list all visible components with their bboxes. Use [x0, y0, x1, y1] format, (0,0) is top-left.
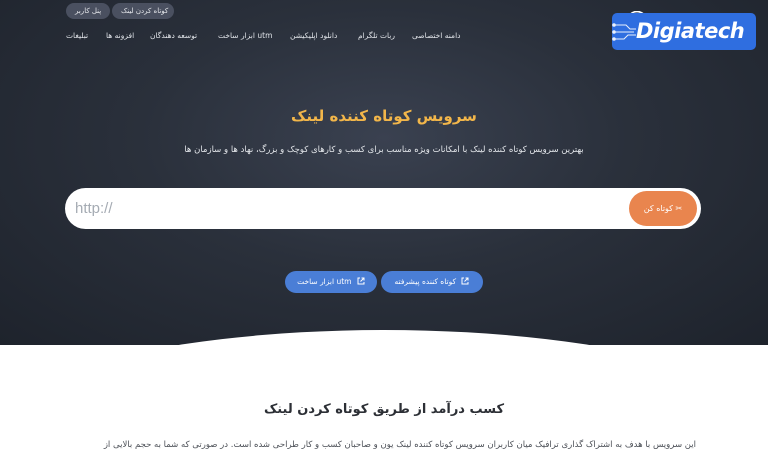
shorten-submit-button[interactable]: کوتاه کن ✂ [629, 191, 697, 226]
shorten-link-button[interactable]: کوتاه کردن لینک [112, 3, 174, 19]
user-panel-button[interactable]: پنل کاربر [66, 3, 110, 19]
main-nav: تبلیغات افزونه ها توسعه دهندگان ابزار سا… [62, 31, 472, 43]
nav-item-telegram-bot[interactable]: ربات تلگرام [358, 31, 395, 40]
hero-curve-divider [0, 330, 768, 345]
hero-title: سرویس کوتاه کننده لینک [291, 107, 477, 125]
external-link-icon [461, 277, 469, 285]
advanced-button-label: کوتاه کننده پیشرفته [394, 277, 457, 286]
utm-button-label: ابزار ساخت utm [297, 277, 352, 286]
hero-section [0, 0, 768, 345]
nav-item-custom-domain[interactable]: دامنه اختصاصی [412, 31, 461, 40]
section-body: این سرویس با هدف به اشتراک گذاری ترافیک … [103, 440, 696, 450]
scissors-icon: ✂ [675, 204, 683, 213]
section-title: کسب درآمد از طریق کوتاه کردن لینک [263, 402, 505, 417]
url-form: کوتاه کن ✂ [65, 188, 701, 229]
logo-text: Digiatech [636, 19, 745, 43]
url-input[interactable] [75, 198, 615, 219]
nav-item-download-app[interactable]: دانلود اپلیکیشن [290, 31, 337, 40]
hero-subtitle: بهترین سرویس کوتاه کننده لینک با امکانات… [184, 145, 584, 155]
external-link-icon [357, 277, 365, 285]
nav-item-extensions[interactable]: افزونه ها [106, 31, 134, 40]
nav-item-utm-builder[interactable]: ابزار ساخت utm [218, 31, 272, 40]
advanced-shortener-button[interactable]: کوتاه کننده پیشرفته [381, 271, 483, 293]
utm-builder-button[interactable]: ابزار ساخت utm [285, 271, 377, 293]
nav-item-developers[interactable]: توسعه دهندگان [150, 31, 197, 40]
shorten-button-label: کوتاه کن [643, 204, 673, 213]
site-logo[interactable]: Digiatech [612, 13, 756, 50]
nav-item-ads[interactable]: تبلیغات [66, 31, 88, 40]
